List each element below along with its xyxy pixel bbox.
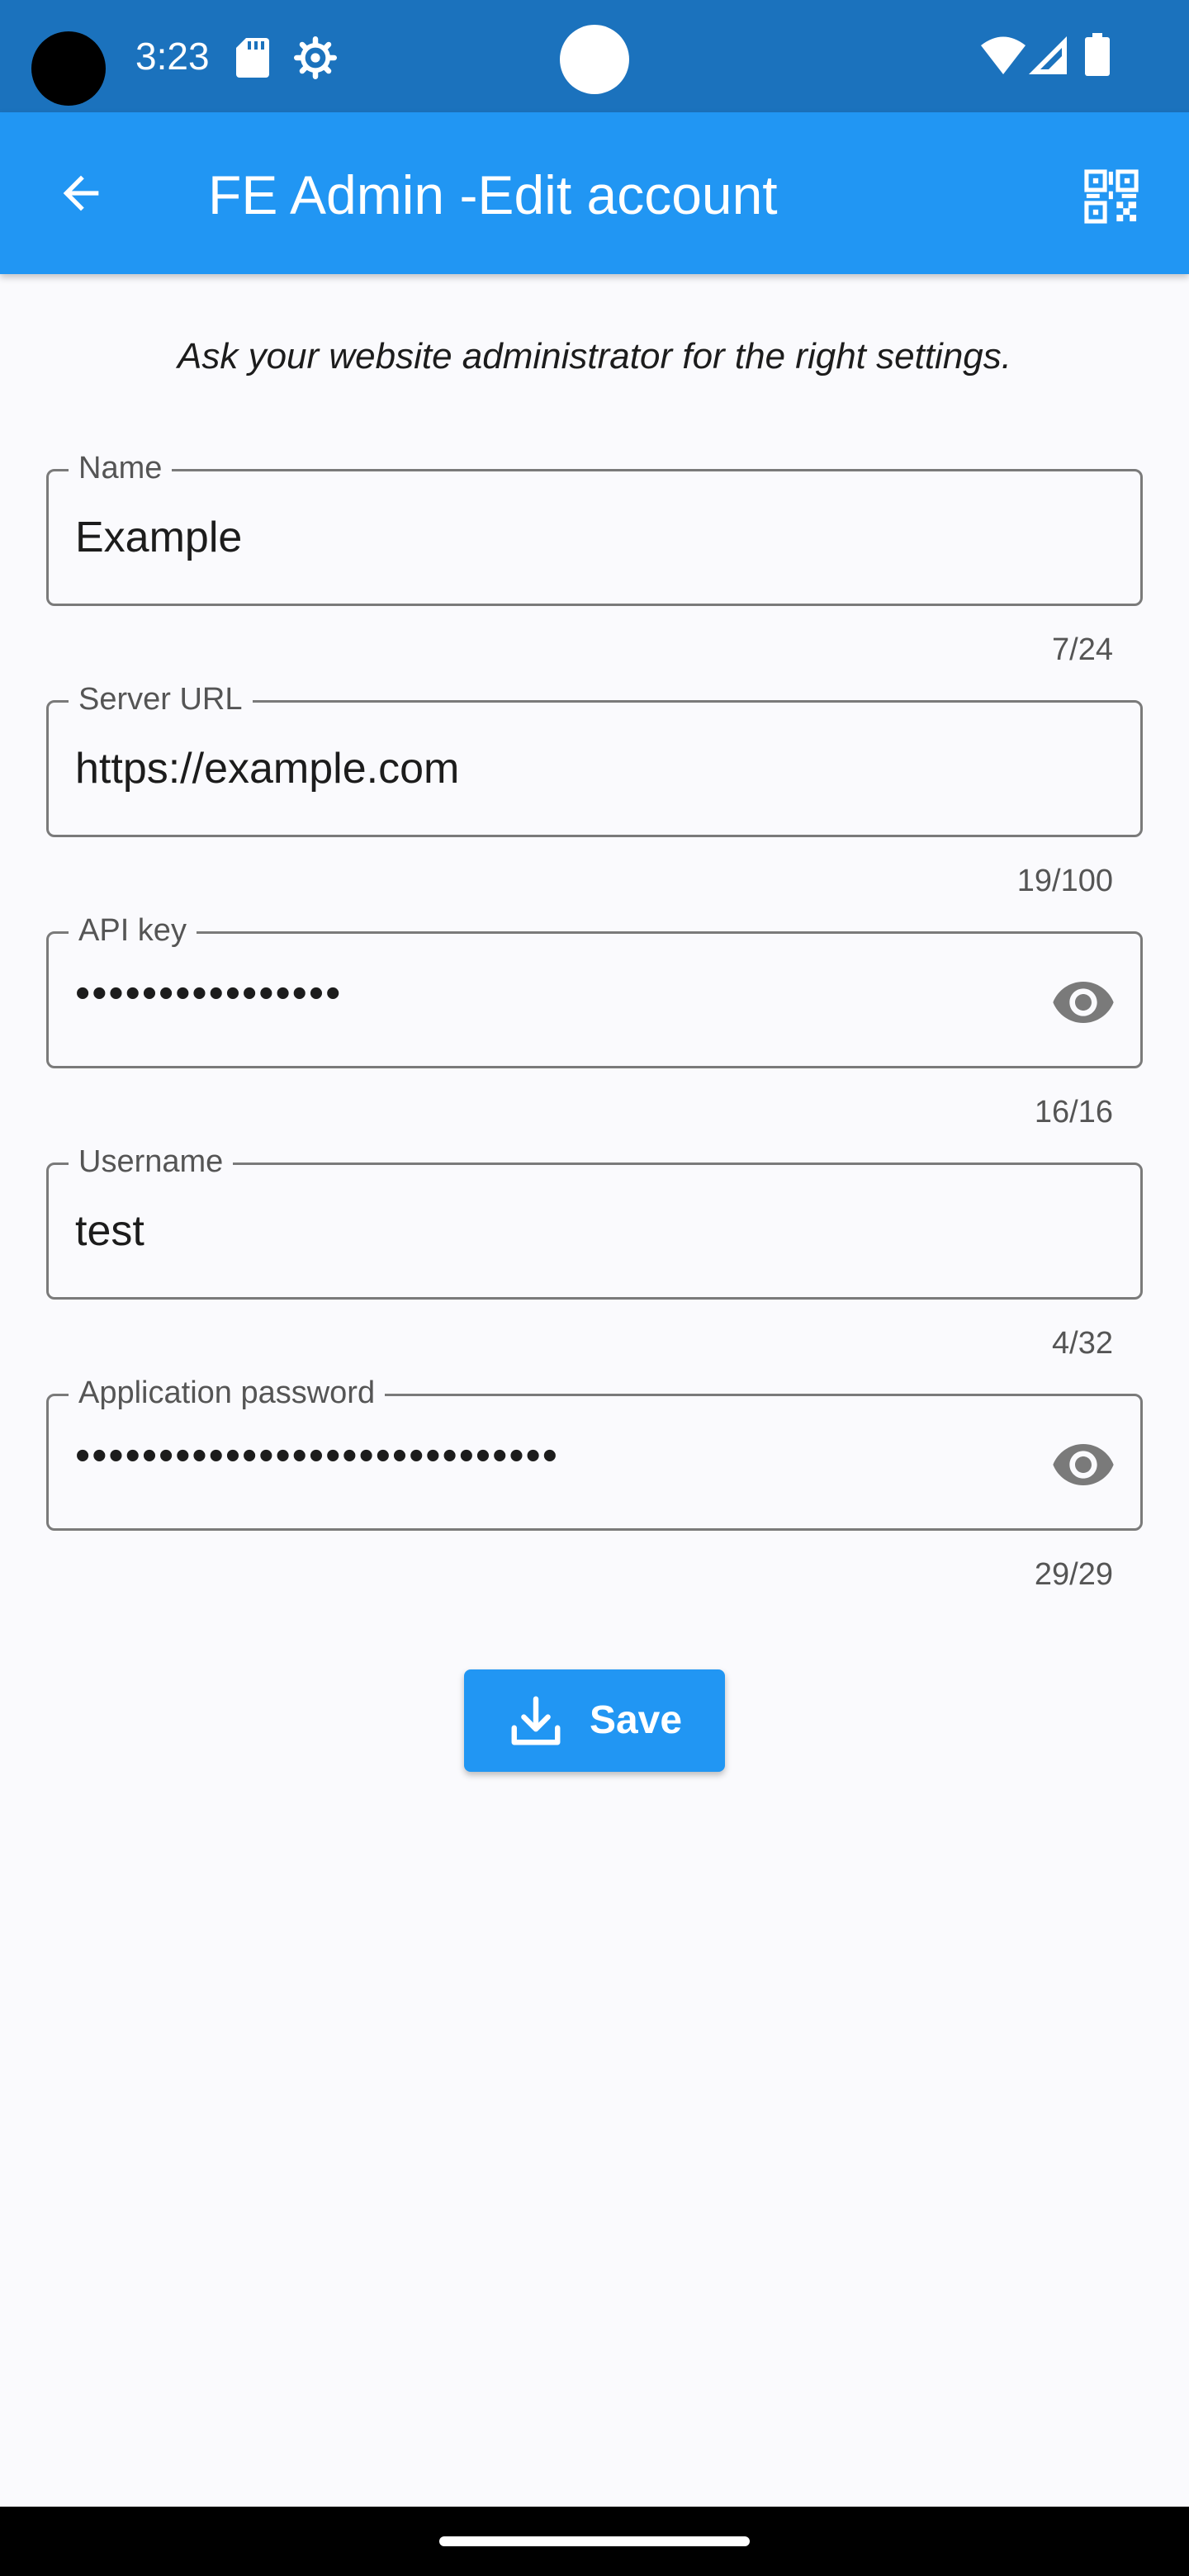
username-field[interactable]: Username test <box>46 1140 1143 1300</box>
page-title: FE Admin -Edit account <box>208 164 778 225</box>
api-key-input[interactable]: •••••••••••••••• <box>75 967 342 1020</box>
application-password-visibility-toggle[interactable] <box>1049 1431 1117 1499</box>
gear-icon <box>294 36 337 79</box>
cellular-signal-icon <box>1029 36 1067 74</box>
username-field-label: Username <box>69 1140 234 1183</box>
name-field-label: Name <box>69 447 173 490</box>
application-password-counter: 29/29 <box>1034 1557 1113 1592</box>
server-url-counter: 19/100 <box>1016 864 1113 898</box>
settings-hint: Ask your website administrator for the r… <box>178 336 1011 376</box>
save-button-label: Save <box>589 1698 683 1742</box>
username-input[interactable]: test <box>75 1205 144 1257</box>
sd-card-icon <box>236 38 269 78</box>
api-key-field-label: API key <box>69 909 197 952</box>
arrow-back-icon <box>63 175 99 211</box>
status-dot <box>560 25 629 94</box>
application-password-field-label: Application password <box>69 1371 386 1414</box>
api-key-counter: 16/16 <box>1034 1095 1113 1129</box>
app-bar: FE Admin -Edit account <box>0 112 1189 274</box>
name-counter: 7/24 <box>1052 632 1113 667</box>
status-bar: 3:23 <box>0 0 1189 112</box>
home-gesture-handle[interactable] <box>439 2536 750 2546</box>
back-button[interactable] <box>41 154 121 233</box>
server-url-field[interactable]: Server URL https://example.com <box>46 678 1143 837</box>
eye-icon <box>1053 1444 1114 1485</box>
api-key-visibility-toggle[interactable] <box>1049 968 1117 1036</box>
eye-icon <box>1053 982 1114 1023</box>
username-counter: 4/32 <box>1052 1326 1113 1361</box>
qr-scan-icon <box>1084 169 1139 224</box>
battery-icon <box>1085 33 1110 76</box>
server-url-input[interactable]: https://example.com <box>75 742 459 795</box>
application-password-field[interactable]: Application password •••••••••••••••••••… <box>46 1371 1143 1531</box>
name-input[interactable]: Example <box>75 511 242 564</box>
save-button[interactable]: Save <box>464 1669 725 1772</box>
qr-scan-button[interactable] <box>1072 157 1151 236</box>
api-key-field[interactable]: API key •••••••••••••••• <box>46 909 1143 1068</box>
navigation-bar <box>0 2507 1189 2576</box>
application-password-input[interactable]: ••••••••••••••••••••••••••••• <box>75 1429 559 1482</box>
server-url-field-label: Server URL <box>69 678 253 721</box>
name-field[interactable]: Name Example <box>46 447 1143 606</box>
wifi-icon <box>981 36 1026 74</box>
download-icon <box>511 1696 561 1745</box>
camera-cutout <box>31 31 106 106</box>
status-time: 3:23 <box>135 35 210 78</box>
